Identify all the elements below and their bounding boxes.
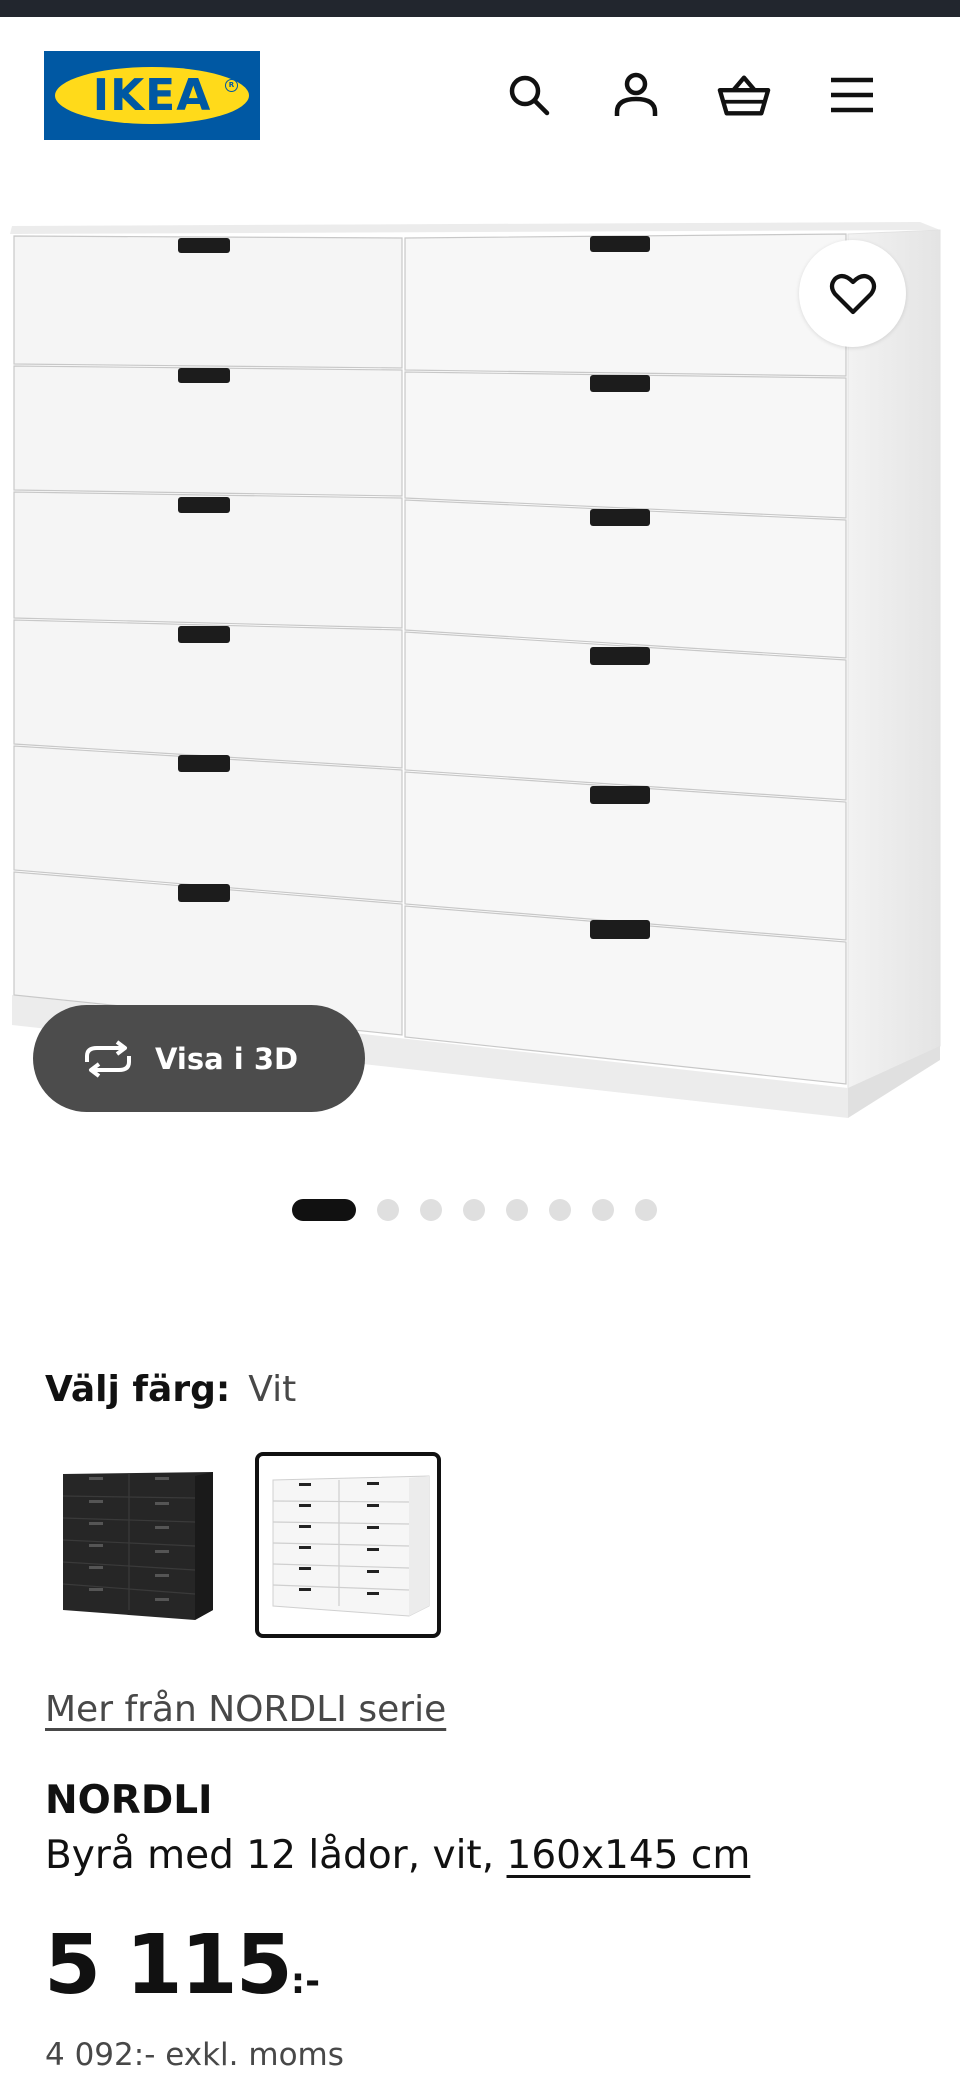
color-selected-value: Vit	[248, 1369, 297, 1410]
ikea-logo[interactable]: IKEA R	[44, 51, 260, 140]
carousel-dot[interactable]	[592, 1199, 614, 1221]
product-name: NORDLI	[45, 1778, 213, 1823]
color-option-white[interactable]	[255, 1452, 441, 1638]
carousel-dot-active[interactable]	[292, 1199, 356, 1221]
product-price: 5 115:-	[44, 1918, 320, 2013]
product-dimensions-link[interactable]: 160x145 cm	[507, 1833, 751, 1878]
carousel-dot[interactable]	[549, 1199, 571, 1221]
price-suffix: :-	[290, 1961, 321, 2002]
profile-icon[interactable]	[609, 68, 663, 122]
carousel-dot[interactable]	[463, 1199, 485, 1221]
product-description-text: Byrå med 12 lådor, vit,	[45, 1833, 507, 1878]
heart-icon	[829, 273, 876, 314]
carousel-indicator	[292, 1199, 657, 1221]
registered-mark: R	[225, 79, 238, 92]
white-dresser-thumbnail	[272, 1475, 430, 1617]
shopping-bag-icon[interactable]	[717, 68, 771, 122]
menu-icon[interactable]	[825, 68, 879, 122]
carousel-dot[interactable]	[420, 1199, 442, 1221]
favorite-button[interactable]	[799, 240, 906, 347]
color-label: Välj färg:	[45, 1369, 231, 1410]
product-image[interactable]	[0, 210, 960, 1130]
status-bar	[0, 0, 960, 17]
carousel-dot[interactable]	[635, 1199, 657, 1221]
color-option-black[interactable]	[45, 1452, 231, 1638]
color-selector-label: Välj färg: Vit	[45, 1369, 296, 1410]
carousel-dot[interactable]	[506, 1199, 528, 1221]
rotate-3d-icon	[79, 1039, 139, 1079]
black-dresser-thumbnail	[62, 1472, 213, 1620]
product-description: Byrå med 12 lådor, vit, 160x145 cm	[45, 1833, 750, 1878]
series-link[interactable]: Mer från NORDLI serie	[45, 1689, 446, 1730]
logo-wordmark: IKEA	[92, 70, 212, 121]
view-in-3d-label: Visa i 3D	[155, 1041, 299, 1076]
carousel-dot[interactable]	[377, 1199, 399, 1221]
view-in-3d-button[interactable]: Visa i 3D	[33, 1005, 365, 1112]
price-excl-vat: 4 092:- exkl. moms	[45, 2037, 344, 2073]
search-icon[interactable]	[502, 68, 556, 122]
price-integer: 5 115	[44, 1918, 293, 2013]
